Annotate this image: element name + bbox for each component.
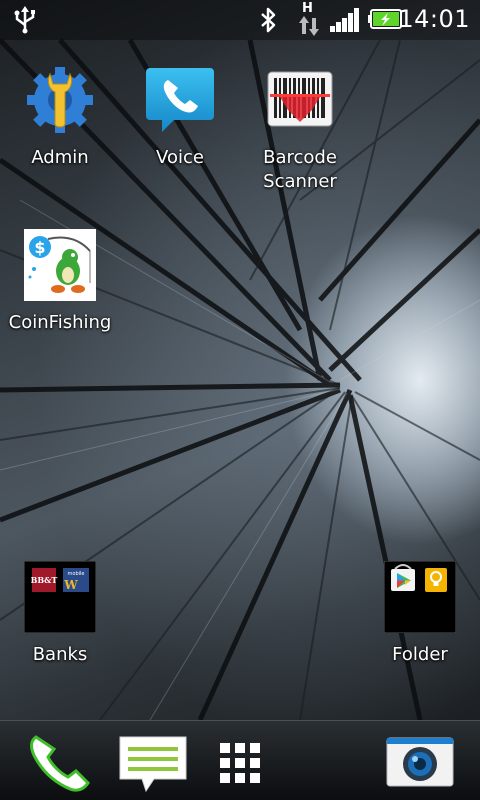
dock [0, 720, 480, 800]
svg-text:mobile: mobile [68, 571, 85, 577]
phone-handset-icon [30, 735, 90, 792]
app-barcode-scanner-label-line1: Barcode [263, 147, 337, 168]
dock-all-apps-button[interactable] [200, 721, 280, 800]
dock-camera-button[interactable] [370, 721, 480, 800]
network-type-label: H [302, 1, 313, 16]
folder-icon [384, 561, 456, 633]
app-coinfishing[interactable]: $ CoinFishing [0, 229, 120, 341]
app-coinfishing-label: CoinFishing [8, 312, 112, 333]
transfer-arrows-icon [299, 16, 319, 36]
keep-bulb-icon [425, 568, 447, 592]
data-arrows-icon: H [298, 2, 320, 36]
app-barcode-scanner-label-line2: Scanner [263, 171, 337, 192]
folder-banks[interactable]: BB&T mobile W Banks [0, 561, 120, 673]
app-voice[interactable]: Voice [120, 64, 240, 176]
banks-folder-icon: BB&T mobile W [24, 561, 96, 633]
folder-folder[interactable]: Folder [360, 561, 480, 673]
barcode-scanner-icon [267, 71, 333, 127]
battery-charging-icon [368, 9, 402, 29]
app-admin[interactable]: Admin [0, 64, 120, 176]
app-grid-icon [220, 743, 260, 783]
home-screen: H 14:01 Admin Voice Barcode Scanner $ Co… [0, 0, 480, 800]
voice-phone-bubble-icon [146, 68, 214, 132]
app-voice-label: Voice [156, 147, 204, 168]
dock-messages-button[interactable] [110, 721, 200, 800]
svg-text:$: $ [34, 238, 45, 257]
folder-banks-label: Banks [32, 644, 88, 665]
bluetooth-icon [261, 7, 276, 33]
app-barcode-scanner[interactable]: Barcode Scanner [240, 64, 360, 200]
coinfishing-icon: $ [24, 229, 96, 301]
app-admin-label: Admin [31, 147, 89, 168]
camera-icon [386, 737, 454, 787]
usb-icon [14, 6, 35, 34]
svg-text:W: W [63, 578, 78, 592]
status-bar: H 14:01 [0, 0, 480, 40]
app-barcode-scanner-label: Barcode Scanner [240, 146, 360, 194]
admin-wrench-gear-icon [27, 67, 93, 133]
signal-icon [330, 8, 359, 32]
dock-phone-button[interactable] [0, 721, 110, 800]
bbt-logo-text: BB&T [31, 575, 58, 585]
status-clock: 14:01 [398, 5, 470, 33]
message-bubble-icon [119, 736, 187, 793]
folder-folder-label: Folder [392, 644, 448, 665]
